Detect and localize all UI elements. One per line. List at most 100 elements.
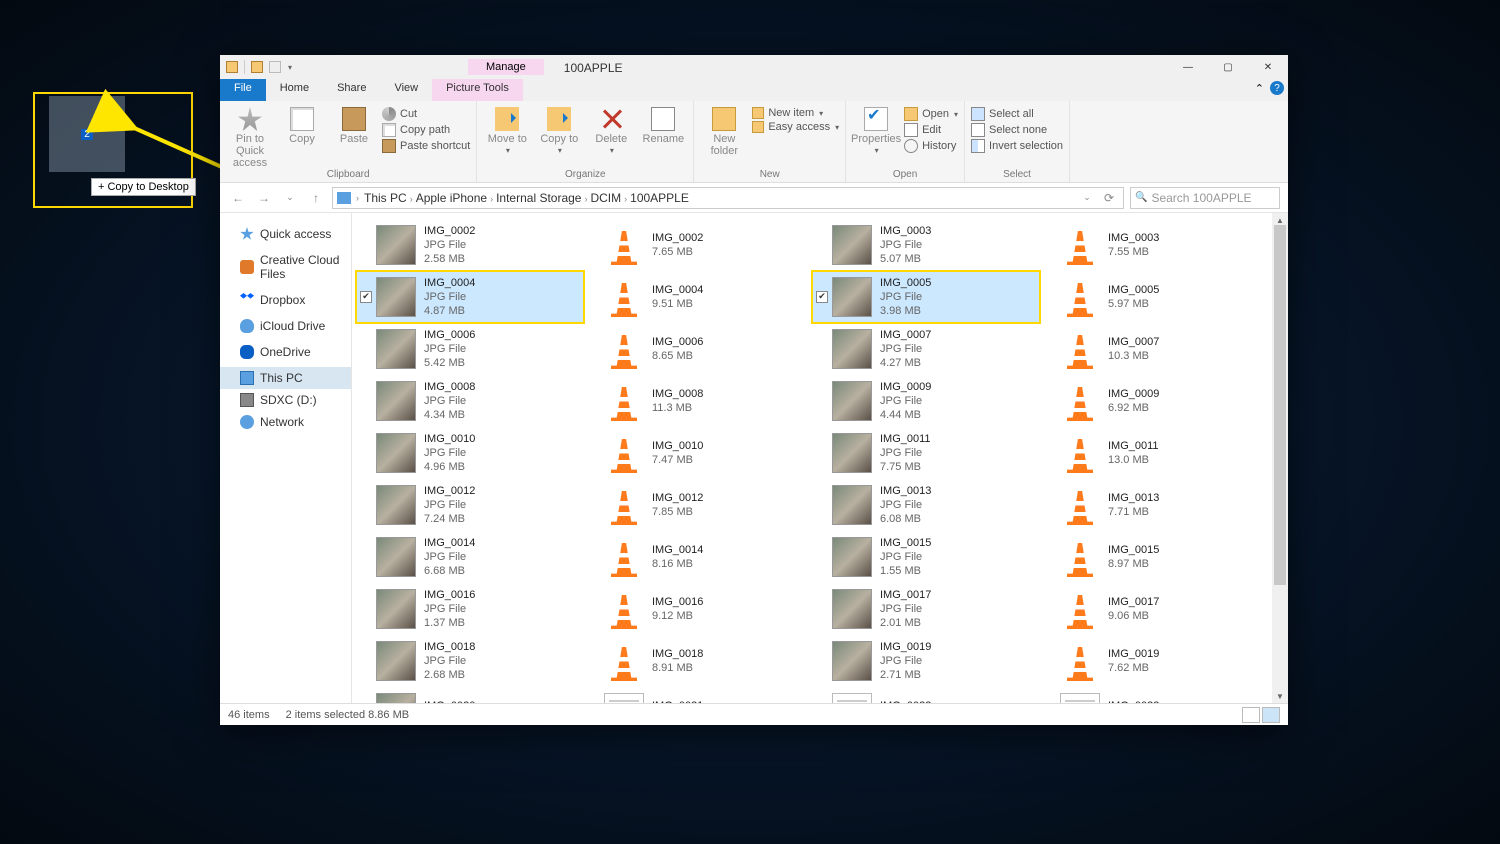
checkbox-icon[interactable]: ✔ (816, 291, 828, 303)
file-item[interactable]: IMG_00068.65 MB (584, 323, 812, 375)
scroll-thumb[interactable] (1274, 225, 1286, 585)
file-item[interactable]: IMG_0009JPG File4.44 MB (812, 375, 1040, 427)
file-item[interactable]: IMG_0011JPG File7.75 MB (812, 427, 1040, 479)
file-item[interactable]: IMG_0018JPG File2.68 MB (356, 635, 584, 687)
file-item[interactable]: IMG_0010JPG File4.96 MB (356, 427, 584, 479)
file-item[interactable]: ✔IMG_0004JPG File4.87 MB (356, 271, 584, 323)
file-item[interactable]: IMG_00107.47 MB (584, 427, 812, 479)
file-item[interactable]: IMG_0014JPG File6.68 MB (356, 531, 584, 583)
file-item[interactable]: IMG_001113.0 MB (1040, 427, 1268, 479)
history-button[interactable]: History (904, 139, 958, 153)
recent-locations-button[interactable]: ⌄ (280, 188, 300, 208)
edit-button[interactable]: Edit (904, 123, 958, 137)
delete-button[interactable]: Delete▾ (587, 105, 635, 156)
select-all-button[interactable]: Select all (971, 107, 1063, 121)
file-item[interactable]: IMG_00037.55 MB (1040, 219, 1268, 271)
minimize-button[interactable]: — (1168, 55, 1208, 79)
tab-picture-tools[interactable]: Picture Tools (432, 79, 523, 101)
file-item[interactable]: IMG_0002JPG File2.58 MB (356, 219, 584, 271)
back-button[interactable]: ← (228, 188, 248, 208)
address-dropdown-icon[interactable]: ⌄ (1077, 188, 1097, 208)
file-item[interactable]: IMG_0019JPG File2.71 MB (812, 635, 1040, 687)
contextual-tab-manage[interactable]: Manage (468, 59, 544, 75)
nav-item-this-pc[interactable]: This PC (220, 367, 351, 389)
file-item[interactable]: IMG_0020PNG File (356, 687, 584, 703)
tab-home[interactable]: Home (266, 79, 323, 101)
file-item[interactable]: IMG_00049.51 MB (584, 271, 812, 323)
nav-item-onedrive[interactable]: OneDrive (220, 341, 351, 363)
tab-share[interactable]: Share (323, 79, 380, 101)
breadcrumb-segment[interactable]: Internal Storage (496, 191, 581, 205)
file-list[interactable]: IMG_0002JPG File2.58 MBIMG_00027.65 MBIM… (352, 213, 1272, 703)
nav-item-sdxc-d-[interactable]: SDXC (D:) (220, 389, 351, 411)
new-folder-button[interactable]: New folder (700, 105, 748, 157)
breadcrumb-bar[interactable]: › This PC›Apple iPhone›Internal Storage›… (332, 187, 1124, 209)
breadcrumb-segment[interactable]: 100APPLE (630, 191, 689, 205)
copy-button[interactable]: Copy (278, 105, 326, 145)
search-input[interactable]: 🔍 Search 100APPLE (1130, 187, 1280, 209)
copy-to-button[interactable]: Copy to▾ (535, 105, 583, 156)
nav-item-dropbox[interactable]: Dropbox (220, 289, 351, 311)
qat-dropdown-icon[interactable]: ▾ (288, 63, 292, 72)
file-item[interactable]: IMG_00055.97 MB (1040, 271, 1268, 323)
move-to-button[interactable]: Move to▾ (483, 105, 531, 156)
up-button[interactable]: ↑ (306, 188, 326, 208)
file-item[interactable]: IMG_00127.85 MB (584, 479, 812, 531)
file-item[interactable]: IMG_000710.3 MB (1040, 323, 1268, 375)
open-button[interactable]: Open▾ (904, 107, 958, 121)
scroll-down-icon[interactable]: ▼ (1272, 689, 1288, 703)
collapse-ribbon-icon[interactable]: ⌃ (1255, 82, 1264, 95)
invert-selection-button[interactable]: Invert selection (971, 139, 1063, 153)
breadcrumb-segment[interactable]: Apple iPhone (416, 191, 487, 205)
file-item[interactable]: IMG_00188.91 MB (584, 635, 812, 687)
file-item[interactable]: IMG_0012JPG File7.24 MB (356, 479, 584, 531)
file-item[interactable]: IMG_00179.06 MB (1040, 583, 1268, 635)
forward-button[interactable]: → (254, 188, 274, 208)
file-item[interactable]: IMG_0022PNG File (812, 687, 1040, 703)
vertical-scrollbar[interactable]: ▲ ▼ (1272, 213, 1288, 703)
tiles-view-button[interactable] (1262, 707, 1280, 723)
file-item[interactable]: IMG_0023PNG File (1040, 687, 1268, 703)
paste-button[interactable]: Paste (330, 105, 378, 145)
file-item[interactable]: IMG_0008JPG File4.34 MB (356, 375, 584, 427)
breadcrumb-segment[interactable]: DCIM (590, 191, 621, 205)
file-item[interactable]: IMG_0017JPG File2.01 MB (812, 583, 1040, 635)
file-item[interactable]: IMG_0007JPG File4.27 MB (812, 323, 1040, 375)
file-item[interactable]: IMG_0015JPG File1.55 MB (812, 531, 1040, 583)
new-item-button[interactable]: New item▾ (752, 107, 839, 119)
paste-shortcut-button[interactable]: Paste shortcut (382, 139, 470, 153)
file-item[interactable]: IMG_00027.65 MB (584, 219, 812, 271)
copy-path-button[interactable]: Copy path (382, 123, 470, 137)
breadcrumb-segment[interactable]: This PC (364, 191, 407, 205)
nav-item-network[interactable]: Network (220, 411, 351, 433)
file-item[interactable]: IMG_0016JPG File1.37 MB (356, 583, 584, 635)
chevron-right-icon[interactable]: › (621, 194, 630, 204)
properties-button[interactable]: Properties▾ (852, 105, 900, 156)
close-button[interactable]: ✕ (1248, 55, 1288, 79)
checkbox-icon[interactable]: ✔ (360, 291, 372, 303)
file-item[interactable]: IMG_000811.3 MB (584, 375, 812, 427)
file-item[interactable]: IMG_0006JPG File5.42 MB (356, 323, 584, 375)
nav-item-icloud-drive[interactable]: iCloud Drive (220, 315, 351, 337)
file-item[interactable]: IMG_00197.62 MB (1040, 635, 1268, 687)
file-item[interactable]: IMG_0021PNG File (584, 687, 812, 703)
select-none-button[interactable]: Select none (971, 123, 1063, 137)
file-item[interactable]: ✔IMG_0005JPG File3.98 MB (812, 271, 1040, 323)
file-item[interactable]: IMG_00169.12 MB (584, 583, 812, 635)
chevron-right-icon[interactable]: › (487, 194, 496, 204)
qat-item-icon[interactable] (269, 61, 281, 73)
qat-item-icon[interactable] (251, 61, 263, 73)
file-item[interactable]: IMG_00148.16 MB (584, 531, 812, 583)
file-item[interactable]: IMG_00137.71 MB (1040, 479, 1268, 531)
rename-button[interactable]: Rename (639, 105, 687, 145)
cut-button[interactable]: Cut (382, 107, 470, 121)
titlebar[interactable]: ▾ Manage 100APPLE — ▢ ✕ (220, 55, 1288, 79)
details-view-button[interactable] (1242, 707, 1260, 723)
tab-file[interactable]: File (220, 79, 266, 101)
file-item[interactable]: IMG_0013JPG File6.08 MB (812, 479, 1040, 531)
nav-item-creative-cloud-files[interactable]: Creative Cloud Files (220, 249, 351, 285)
pin-to-quick-access-button[interactable]: Pin to Quick access (226, 105, 274, 169)
nav-item-quick-access[interactable]: Quick access (220, 223, 351, 245)
file-item[interactable]: IMG_00096.92 MB (1040, 375, 1268, 427)
tab-view[interactable]: View (380, 79, 432, 101)
